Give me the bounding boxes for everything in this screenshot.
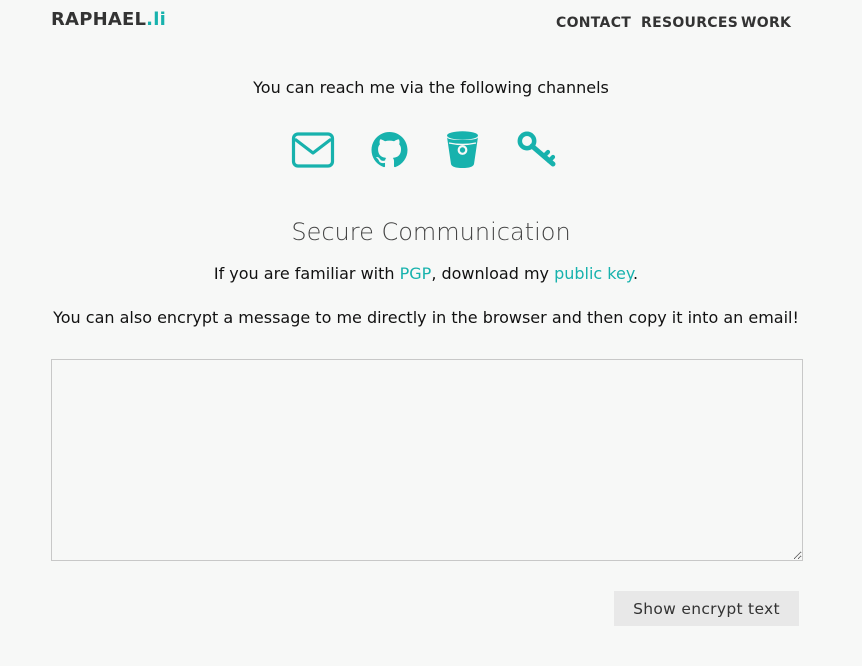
encrypt-instructions: You can also encrypt a message to me dir…	[53, 308, 799, 327]
secure-communication-heading: Secure Communication	[291, 218, 571, 246]
brand-logo[interactable]: RAPHAEL.li	[51, 9, 166, 30]
envelope-icon[interactable]	[291, 131, 335, 169]
github-icon[interactable]	[371, 132, 408, 168]
nav-work[interactable]: WORK	[741, 15, 791, 31]
page: RAPHAEL.li CONTACT RESOURCES WORK You ca…	[0, 0, 862, 666]
pgp-instructions: If you are familiar with PGP, download m…	[0, 264, 852, 283]
brand-accent: .li	[146, 9, 166, 30]
show-encrypt-text-button[interactable]: Show encrypt text	[614, 591, 799, 626]
contact-intro: You can reach me via the following chann…	[253, 78, 609, 97]
public-key-link[interactable]: public key	[554, 264, 633, 283]
brand-main: RAPHAEL	[51, 9, 147, 30]
key-icon[interactable]	[517, 131, 557, 168]
nav-contact[interactable]: CONTACT	[556, 15, 631, 31]
pgp-prefix: If you are familiar with	[213, 264, 400, 283]
bitbucket-icon[interactable]	[446, 131, 479, 169]
pgp-link[interactable]: PGP	[400, 264, 432, 283]
nav-resources[interactable]: RESOURCES	[641, 15, 738, 31]
pgp-middle: , download my	[431, 264, 555, 283]
message-textarea[interactable]	[51, 359, 803, 561]
pgp-suffix: .	[633, 264, 639, 283]
